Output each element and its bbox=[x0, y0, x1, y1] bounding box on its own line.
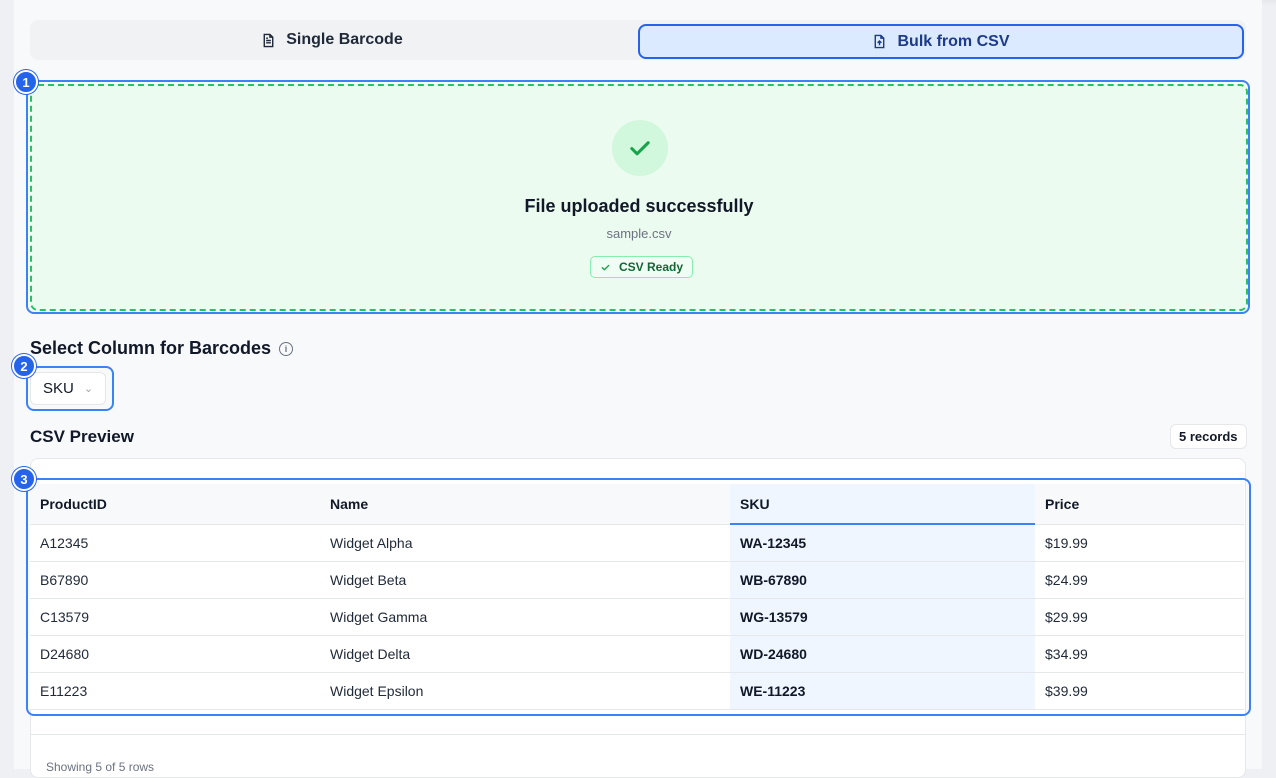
cell-sku: WG-13579 bbox=[730, 598, 1035, 636]
column-header-sku[interactable]: SKU bbox=[730, 484, 1035, 525]
cell-price: $39.99 bbox=[1035, 672, 1244, 710]
file-upload-icon bbox=[875, 34, 885, 49]
upload-status-title: File uploaded successfully bbox=[524, 196, 754, 216]
tab-single-barcode[interactable]: Single Barcode bbox=[30, 20, 634, 60]
barcode-column-value: SKU bbox=[43, 380, 74, 397]
csv-ready-badge: CSV Ready bbox=[590, 256, 694, 278]
cell-price: $34.99 bbox=[1035, 635, 1244, 673]
cell-name: Widget Epsilon bbox=[320, 672, 730, 710]
table-row: B67890 Widget Beta WB-67890 $24.99 bbox=[30, 561, 1244, 599]
chevron-down-icon: ⌄ bbox=[83, 383, 94, 395]
table-row: D24680 Widget Delta WD-24680 $34.99 bbox=[30, 635, 1244, 673]
table-footer-rowcount: Showing 5 of 5 rows bbox=[46, 760, 155, 774]
page: Single Barcode Bulk from CSV File upload… bbox=[14, 0, 1262, 778]
column-header-productid[interactable]: ProductID bbox=[30, 484, 320, 525]
uploaded-filename: sample.csv bbox=[606, 226, 672, 241]
column-header-price[interactable]: Price bbox=[1035, 484, 1244, 525]
upload-dropzone[interactable]: File uploaded successfully sample.csv CS… bbox=[30, 84, 1248, 311]
cell-name: Widget Beta bbox=[320, 561, 730, 599]
cell-productid: E11223 bbox=[30, 672, 320, 710]
records-count-badge: 5 records bbox=[1170, 424, 1247, 449]
cell-price: $29.99 bbox=[1035, 598, 1244, 636]
cell-price: $19.99 bbox=[1035, 524, 1244, 562]
column-header-name[interactable]: Name bbox=[320, 484, 730, 525]
table-footer-divider bbox=[31, 734, 1245, 735]
upload-success-indicator bbox=[612, 120, 668, 176]
table-row: E11223 Widget Epsilon WE-11223 $39.99 bbox=[30, 672, 1244, 710]
column-select-label: Select Column for Barcodes i bbox=[30, 338, 294, 359]
cell-productid: A12345 bbox=[30, 524, 320, 562]
check-icon bbox=[601, 264, 610, 270]
cell-productid: B67890 bbox=[30, 561, 320, 599]
check-icon bbox=[630, 141, 650, 156]
cell-productid: C13579 bbox=[30, 598, 320, 636]
cell-sku: WB-67890 bbox=[730, 561, 1035, 599]
cell-name: Widget Gamma bbox=[320, 598, 730, 636]
table-row: A12345 Widget Alpha WA-12345 $19.99 bbox=[30, 524, 1244, 562]
cell-sku: WD-24680 bbox=[730, 635, 1035, 673]
cell-productid: D24680 bbox=[30, 635, 320, 673]
column-select-label-text: Select Column for Barcodes bbox=[30, 338, 272, 358]
document-icon bbox=[263, 33, 274, 47]
mode-tabs: Single Barcode Bulk from CSV bbox=[30, 20, 1246, 60]
cell-sku: WE-11223 bbox=[730, 672, 1035, 710]
tab-single-barcode-label: Single Barcode bbox=[286, 31, 403, 48]
cell-price: $24.99 bbox=[1035, 561, 1244, 599]
callout-marker-1: 1 bbox=[14, 70, 38, 94]
csv-ready-label: CSV Ready bbox=[619, 260, 684, 274]
callout-marker-3: 3 bbox=[12, 467, 36, 491]
info-icon[interactable]: i bbox=[279, 341, 294, 356]
tab-bulk-csv-label: Bulk from CSV bbox=[897, 32, 1010, 50]
csv-preview-title: CSV Preview bbox=[30, 427, 134, 446]
barcode-column-select[interactable]: SKU ⌄ bbox=[30, 372, 106, 405]
cell-name: Widget Alpha bbox=[320, 524, 730, 562]
tab-bulk-csv[interactable]: Bulk from CSV bbox=[638, 24, 1244, 59]
callout-marker-2: 2 bbox=[12, 354, 36, 378]
cell-sku: WA-12345 bbox=[730, 524, 1035, 562]
cell-name: Widget Delta bbox=[320, 635, 730, 673]
table-row: C13579 Widget Gamma WG-13579 $29.99 bbox=[30, 598, 1244, 636]
csv-preview-table: ProductID Name SKU Price A12345 Widget A… bbox=[30, 484, 1244, 710]
table-header-row: ProductID Name SKU Price bbox=[30, 484, 1244, 525]
